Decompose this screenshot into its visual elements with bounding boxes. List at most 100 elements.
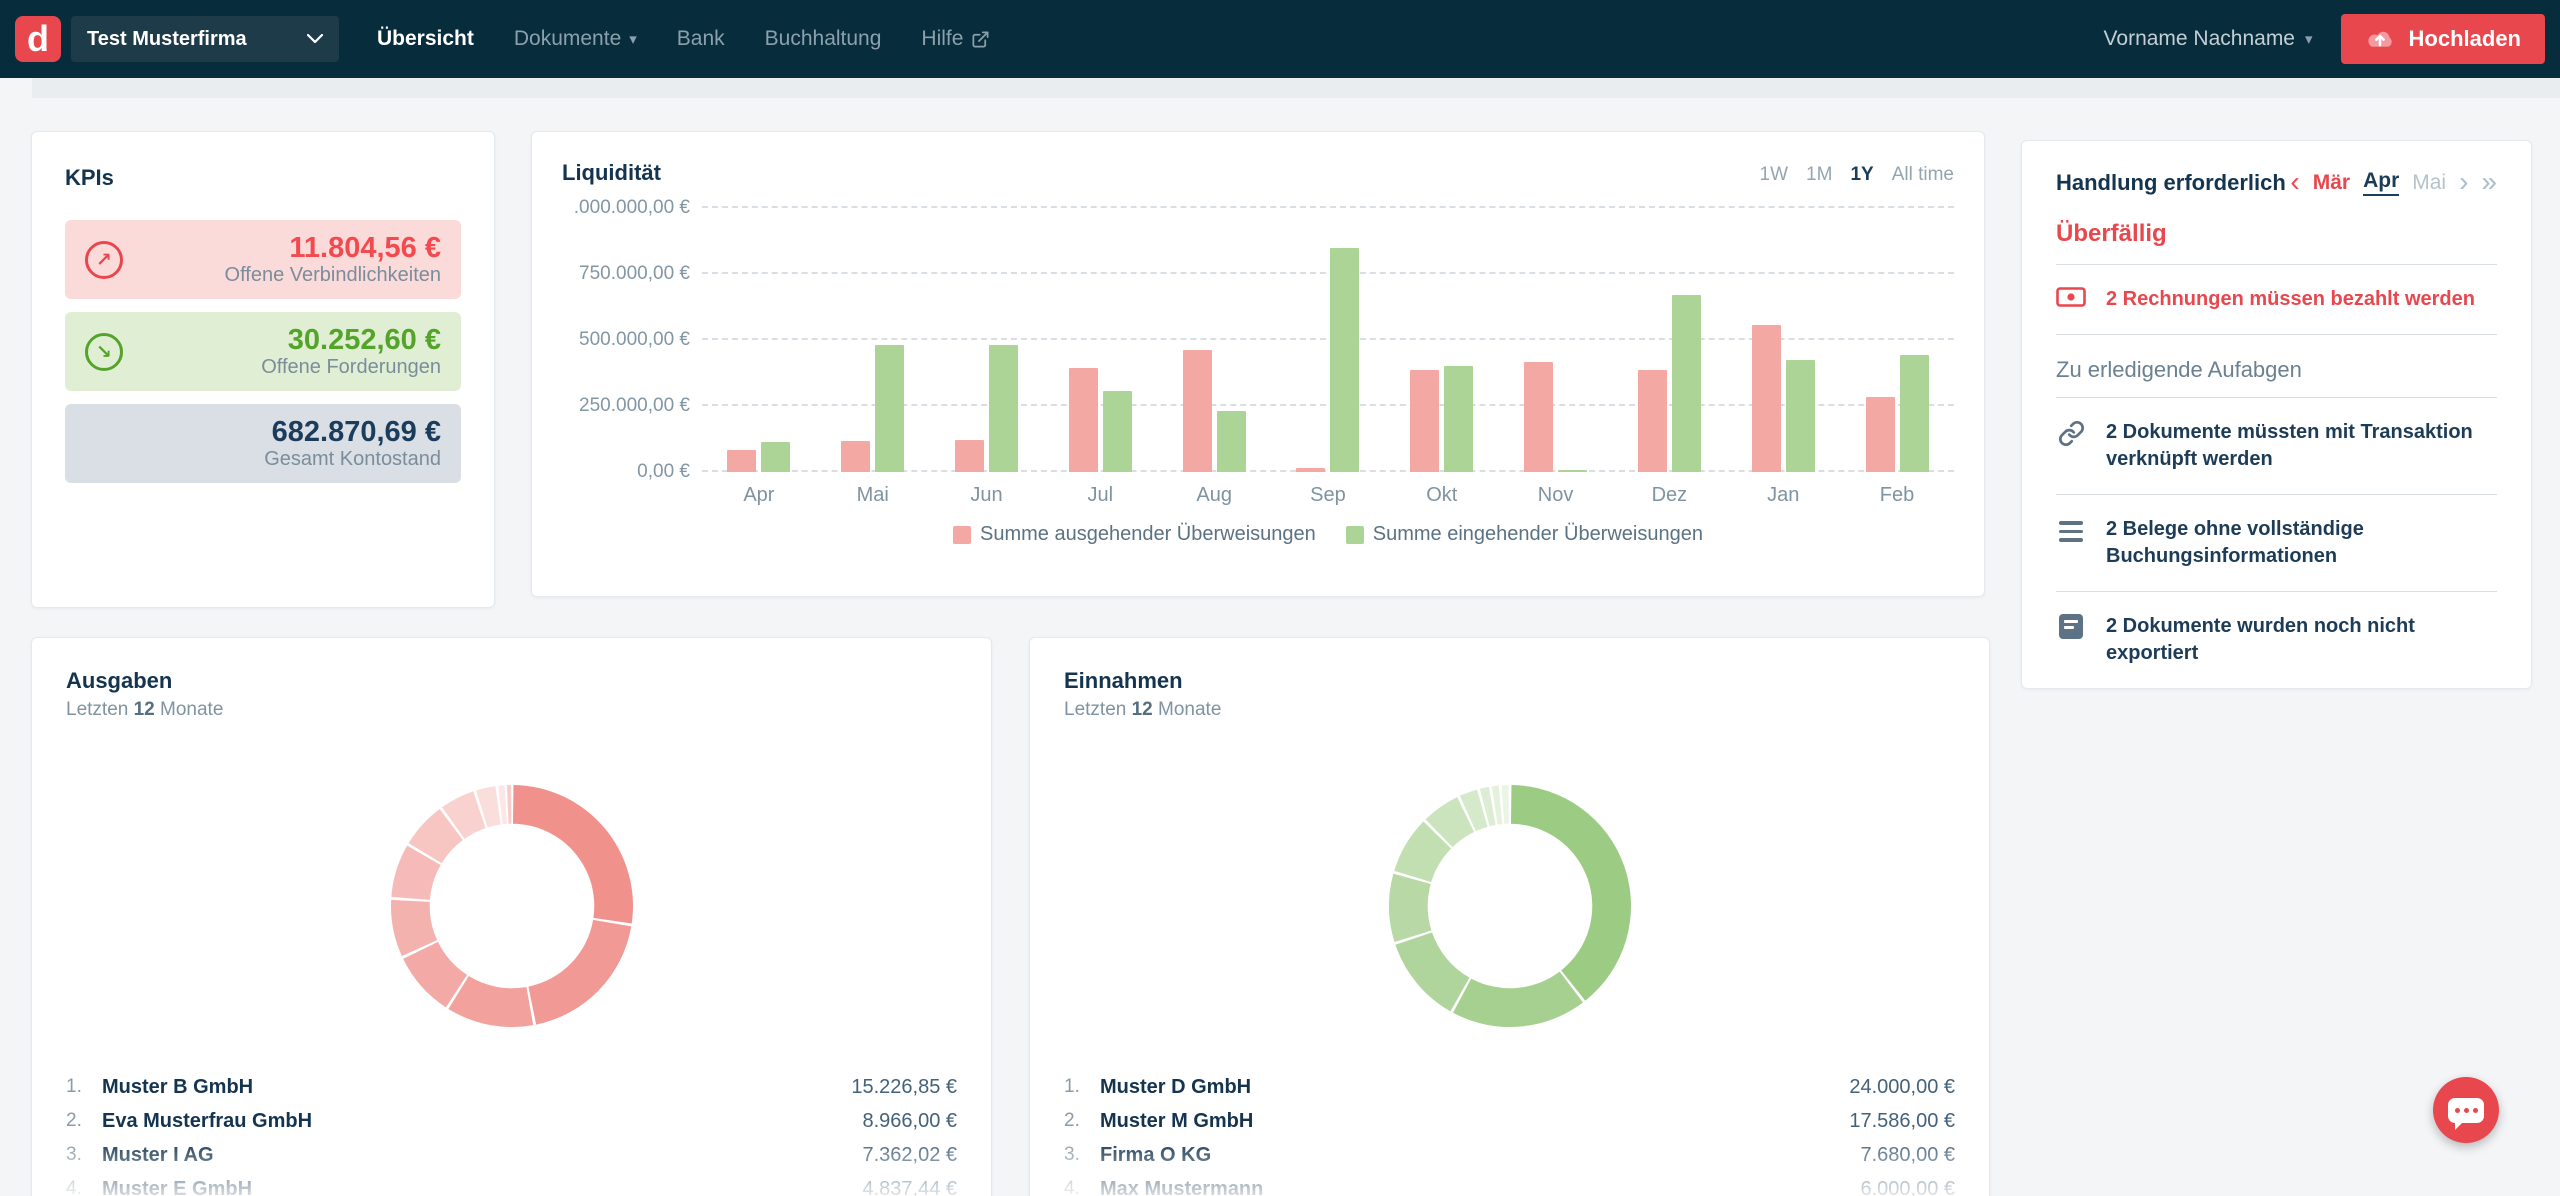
list-item[interactable]: 3.Muster I AG7.362,02 € [66,1138,957,1172]
bar[interactable] [1103,391,1132,472]
list-rank: 3. [66,1144,102,1166]
bar[interactable] [761,442,790,472]
company-selector[interactable]: Test Musterfirma [71,16,339,62]
month-current[interactable]: Apr [2363,169,2399,196]
nav-item-uebersicht[interactable]: Übersicht [377,27,474,51]
list-name: Muster B GmbH [102,1076,253,1099]
donut-segment[interactable] [1501,785,1508,824]
y-tick-label: 500.000,00 € [579,329,690,351]
list-item[interactable]: 1.Muster D GmbH24.000,00 € [1064,1070,1955,1104]
list-rank: 4. [1064,1178,1100,1196]
donut-segment[interactable] [528,920,631,1025]
list-rank: 2. [1064,1110,1100,1132]
kpi-value: 682.870,69 € [264,416,441,448]
bar[interactable] [841,441,870,472]
donut-segment[interactable] [1453,972,1583,1027]
list-value: 6.000,00 € [1860,1178,1955,1196]
donut-segment[interactable] [513,785,633,923]
user-name: Vorname Nachname [2104,27,2295,51]
list-rank: 2. [66,1110,102,1132]
donut-segment[interactable] [1389,874,1431,942]
donut-segment[interactable] [1395,932,1469,1011]
bar-group-mai [816,208,930,472]
tasks-heading: Zu erledigende Aufabgen [2056,357,2497,398]
x-tick-label: Jan [1726,484,1840,507]
bar[interactable] [1672,295,1701,472]
x-tick-label: Jun [930,484,1044,507]
bar[interactable] [1638,370,1667,472]
range-all-time[interactable]: All time [1892,164,1954,186]
bar[interactable] [1900,355,1929,472]
x-tick-label: Okt [1385,484,1499,507]
kpi-open-liabilities[interactable]: ↗ 11.804,56 € Offene Verbindlichkeiten [65,220,461,299]
bar[interactable] [1866,397,1895,472]
donut-segment[interactable] [506,785,511,824]
month-prev[interactable]: Mär [2313,171,2350,195]
range-1y[interactable]: 1Y [1850,164,1873,186]
bar[interactable] [1217,411,1246,472]
bar[interactable] [989,345,1018,472]
donut-segment[interactable] [1511,785,1631,1001]
chevron-down-icon [307,34,323,44]
bar[interactable] [1330,248,1359,472]
list-item[interactable]: 3.Firma O KG7.680,00 € [1064,1138,1955,1172]
chat-button[interactable] [2433,1077,2499,1143]
bar[interactable] [1752,325,1781,472]
bar[interactable] [1786,360,1815,472]
y-tick-label: 750.000,00 € [579,263,690,285]
kpi-open-receivables[interactable]: ↘ 30.252,60 € Offene Forderungen [65,312,461,391]
action-panel-title: Handlung erforderlich [2056,170,2286,196]
bar-group-jul [1043,208,1157,472]
list-item[interactable]: 4.Muster E GmbH4.837,44 € [66,1172,957,1196]
month-next[interactable]: Mai [2412,171,2446,195]
list-item[interactable]: 2.Eva Musterfrau GmbH8.966,00 € [66,1104,957,1138]
list-value: 7.362,02 € [862,1144,957,1167]
nav-item-buchhaltung[interactable]: Buchhaltung [765,27,882,51]
nav-item-hilfe[interactable]: Hilfe [921,27,990,51]
x-tick-label: Dez [1613,484,1727,507]
bar-group-jan [1726,208,1840,472]
list-item[interactable]: 1.Muster B GmbH15.226,85 € [66,1070,957,1104]
x-tick-label: Nov [1499,484,1613,507]
kpi-total-balance[interactable]: 682.870,69 € Gesamt Kontostand [65,404,461,483]
nav-item-dokumente[interactable]: Dokumente ▾ [514,27,637,51]
cloud-upload-icon [2365,28,2395,50]
list-item[interactable]: 4.Max Mustermann6.000,00 € [1064,1172,1955,1196]
bar[interactable] [1444,366,1473,472]
overdue-invoices-item[interactable]: 2 Rechnungen müssen bezahlt werden [2056,265,2497,335]
list-name: Eva Musterfrau GmbH [102,1110,312,1133]
chevron-double-right-icon[interactable]: » [2481,171,2497,193]
kpi-panel-title: KPIs [65,165,461,191]
list-item[interactable]: 2.Muster M GmbH17.586,00 € [1064,1104,1955,1138]
list-rank: 1. [1064,1076,1100,1098]
bar[interactable] [727,450,756,472]
user-menu[interactable]: Vorname Nachname ▾ [2104,27,2313,51]
chevron-right-icon[interactable]: › [2459,171,2468,193]
bar[interactable] [1524,362,1553,472]
bar[interactable] [875,345,904,472]
bar[interactable] [1558,470,1587,472]
legend-label: Summe ausgehender Überweisungen [980,523,1316,546]
app-logo[interactable]: d [15,16,61,62]
upload-button[interactable]: Hochladen [2341,14,2545,64]
ledger-book-icon [2056,614,2086,639]
legend-item[interactable]: Summe eingehender Überweisungen [1346,523,1703,546]
external-link-icon [971,30,990,49]
legend-item[interactable]: Summe ausgehender Überweisungen [953,523,1316,546]
bar[interactable] [1410,370,1439,472]
bar[interactable] [955,440,984,472]
list-name: Muster D GmbH [1100,1076,1251,1099]
task-link-transactions[interactable]: 2 Dokumente müssten mit Transaktion verk… [2056,398,2497,495]
range-1w[interactable]: 1W [1760,164,1789,186]
range-1m[interactable]: 1M [1806,164,1832,186]
task-incomplete-bookings[interactable]: 2 Belege ohne vollständige Buchungsinfor… [2056,495,2497,592]
chevron-left-icon[interactable]: ‹ [2290,171,2299,193]
bar[interactable] [1183,350,1212,472]
bar[interactable] [1069,368,1098,472]
bar[interactable] [1296,468,1325,472]
task-not-exported[interactable]: 2 Dokumente wurden noch nicht exportiert [2056,592,2497,689]
list-lines-icon [2056,517,2086,542]
legend-label: Summe eingehender Überweisungen [1373,523,1703,546]
bar-group-nov [1499,208,1613,472]
nav-item-bank[interactable]: Bank [677,27,725,51]
